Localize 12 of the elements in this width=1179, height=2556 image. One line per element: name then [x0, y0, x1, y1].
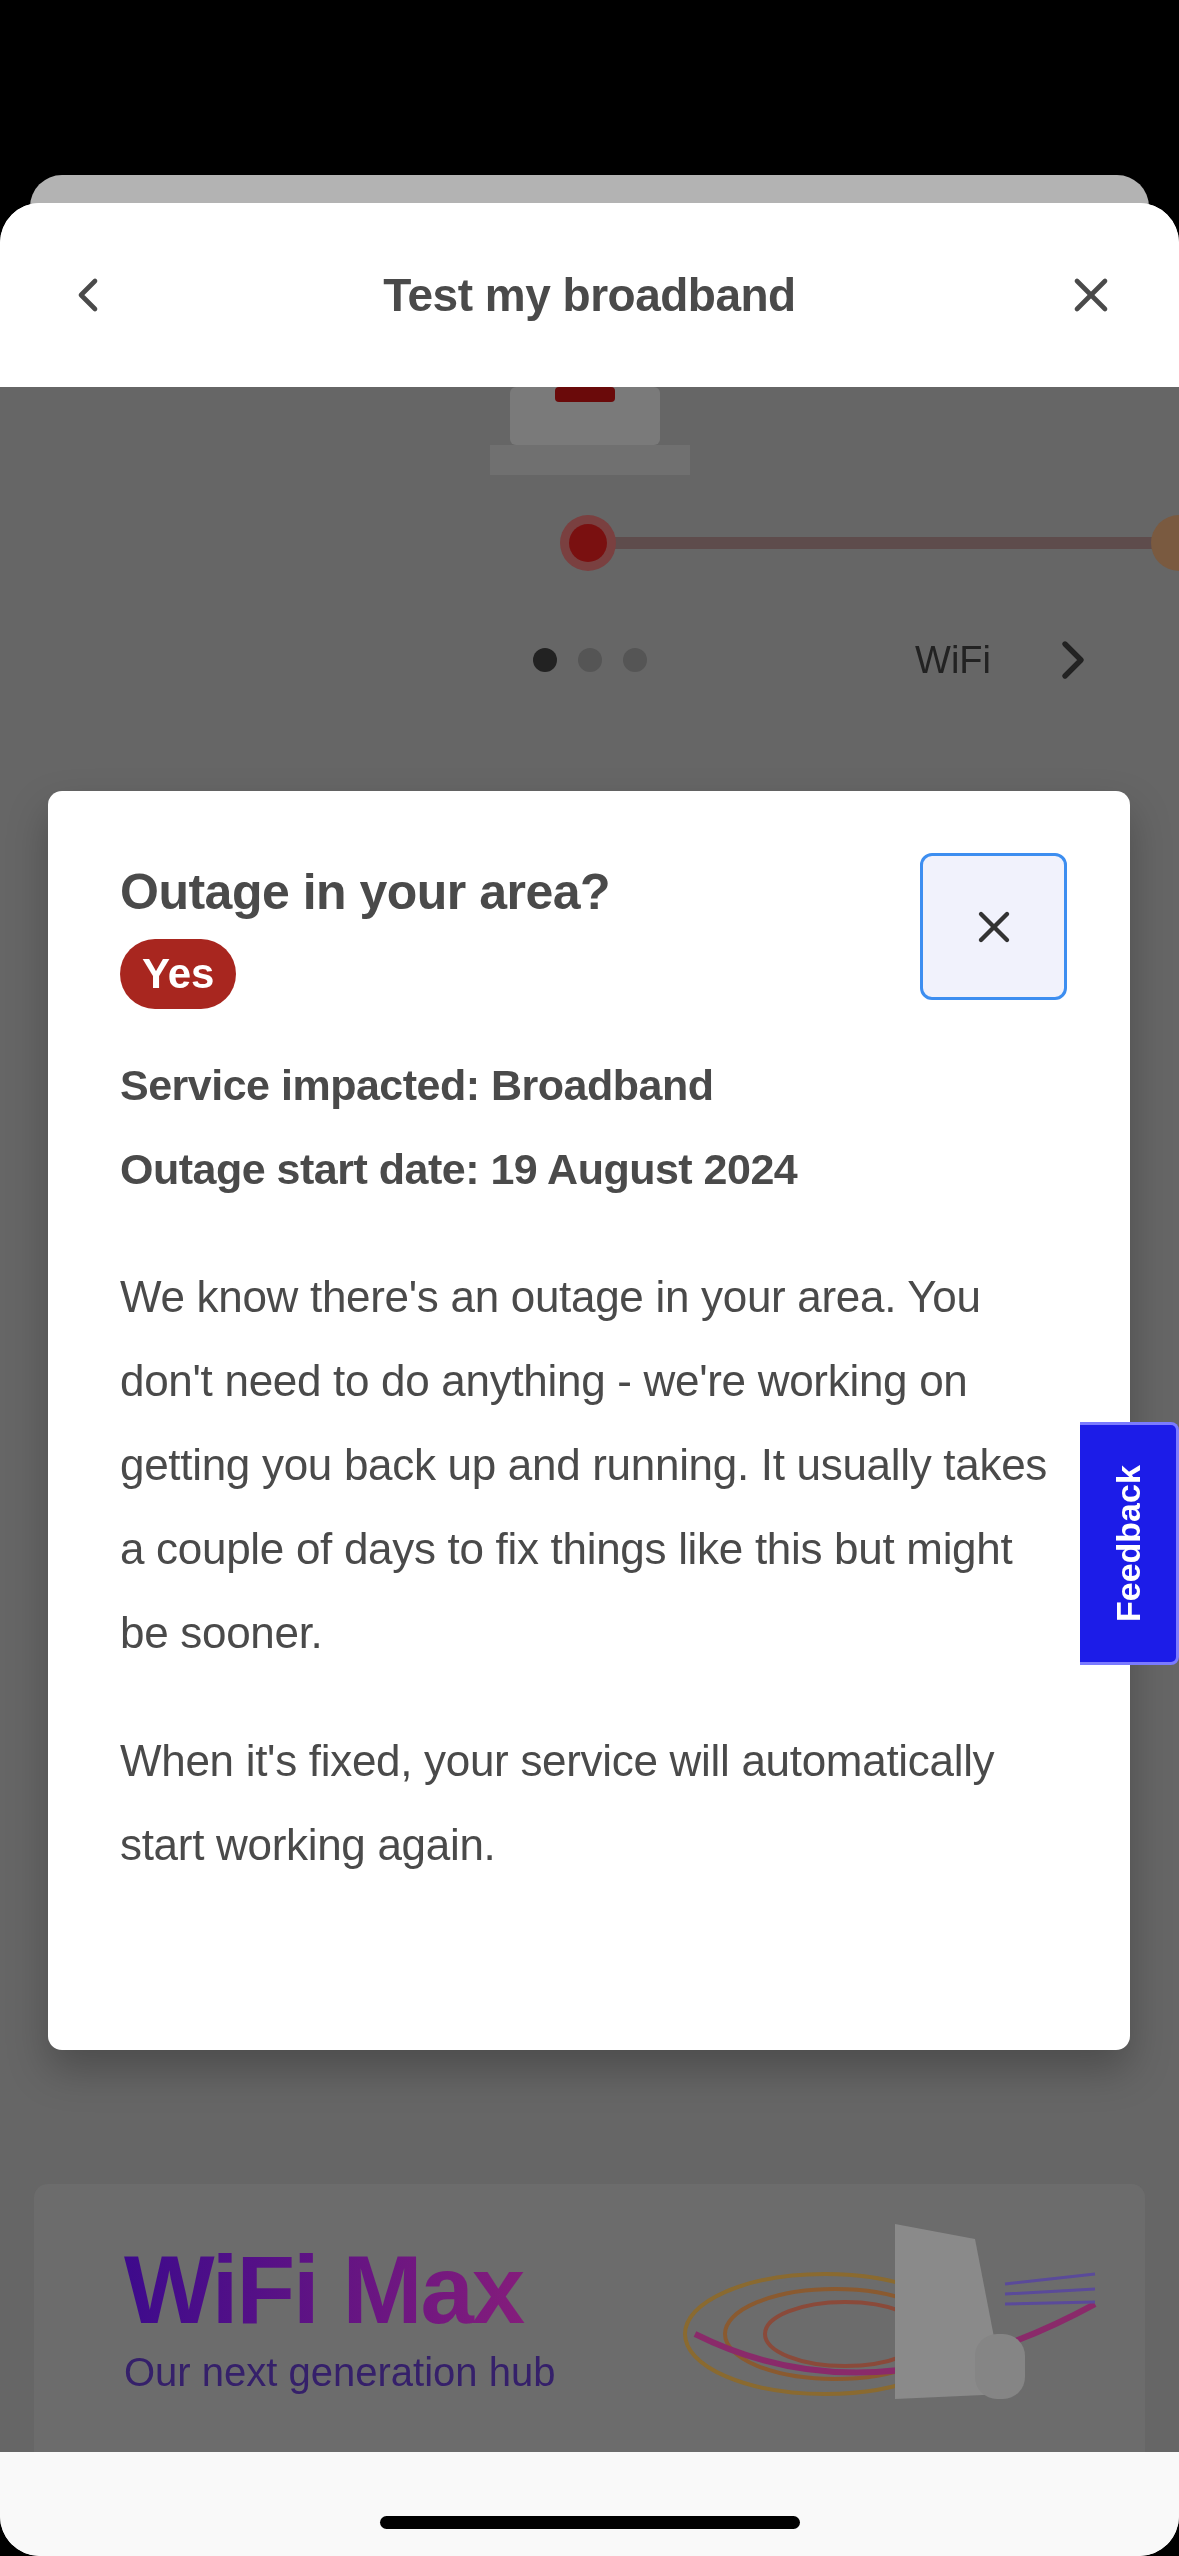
outage-detail: Service impacted: Broadband — [120, 1060, 715, 1111]
dialog-paragraph: We know there's an outage in your area. You don't need to do anything - we're working on getting you back up and running. It usually takes a couple of days to fix things like this but might be sooner. — [120, 1271, 1049, 1659]
carousel-dot[interactable] — [532, 648, 557, 672]
outage-detail: Outage start date: 19 August 2024 — [120, 1144, 799, 1195]
next-link[interactable]: WiFi — [915, 628, 1179, 692]
dialog-close-button[interactable] — [920, 853, 1067, 1000]
page-title: Test my broadband — [383, 268, 796, 322]
banner-subtitle: Our next generation hub — [124, 2349, 556, 2395]
feedback-button[interactable]: Feedback — [1080, 1422, 1179, 1665]
status-badge: Yes — [120, 939, 237, 1009]
dialog-title: Outage in your area? — [120, 863, 611, 921]
dialog-paragraph: When it's fixed, your service will automatically start working again. — [120, 1735, 996, 1871]
